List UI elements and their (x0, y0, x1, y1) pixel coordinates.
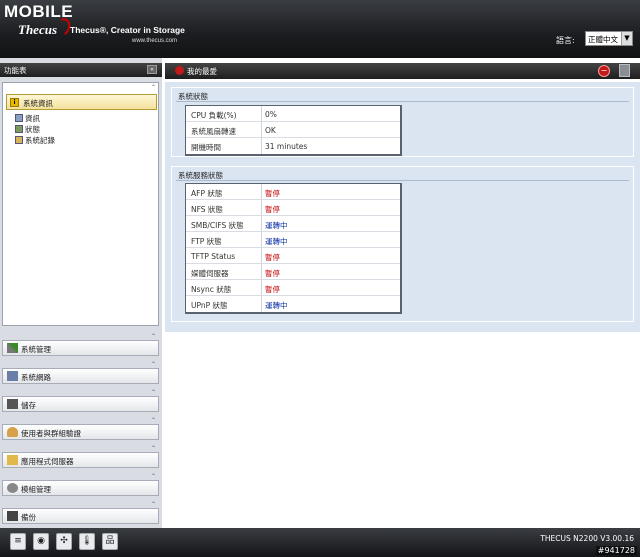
chevron-down-icon: ⌄ (150, 442, 156, 449)
log-icon (15, 136, 23, 144)
table-row: SMB/CIFS 狀態 運轉中 (186, 216, 400, 232)
table-row: Nsync 狀態 暫停 (186, 280, 400, 296)
temperature-icon[interactable]: 🌡 (79, 533, 95, 550)
info-icon: i (10, 98, 19, 107)
table-row: 開機時間 31 minutes (186, 138, 400, 154)
brand-url: www.thecus.com (132, 38, 178, 44)
sidebar-item-system-info[interactable]: i 系統資訊 (6, 94, 157, 110)
sidebar-item-users-groups[interactable]: ⌄ 使用者與群組驗證 (2, 414, 159, 440)
users-icon (7, 427, 18, 437)
sidebar-item-network[interactable]: ⌄ 系統網路 (2, 358, 159, 384)
fan-icon[interactable]: ✣ (56, 533, 72, 550)
system-status-table: CPU 負載(%) 0% 系統風扇轉速 OK 開機時間 31 minutes (185, 105, 402, 156)
system-status-group: 系統狀態 CPU 負載(%) 0% 系統風扇轉速 OK 開機時間 31 minu… (171, 87, 634, 157)
table-row: FTP 狀態 運轉中 (186, 232, 400, 248)
language-select[interactable]: 正體中文 ▼ (585, 31, 633, 46)
main-panel: 我的最愛 − 系統狀態 CPU 負載(%) 0% 系統風扇轉速 OK 開機時間 … (164, 58, 640, 528)
chevron-up-icon[interactable]: ⌃ (151, 84, 156, 91)
folder-icon (7, 455, 18, 465)
sidebar-link-system-log[interactable]: 系統記錄 (15, 135, 55, 145)
sidebar-item-label: 系統資訊 (23, 99, 53, 108)
backup-icon (7, 511, 18, 521)
main-titlebar: 我的最愛 − (165, 63, 640, 79)
table-row: AFP 狀態 暫停 (186, 184, 400, 200)
collapse-icon[interactable]: « (147, 65, 157, 74)
service-status-table: AFP 狀態 暫停 NFS 狀態 暫停 SMB/CIFS 狀態 運轉中 FTP … (185, 183, 402, 314)
sidebar-item-app-server[interactable]: ⌄ 應用程式伺服器 (2, 442, 159, 468)
chevron-down-icon: ⌄ (150, 386, 156, 393)
table-row: CPU 負載(%) 0% (186, 106, 400, 122)
sidebar-title: 功能表 (4, 66, 27, 75)
chevron-down-icon: ⌄ (150, 330, 156, 337)
gear-icon (7, 483, 18, 493)
sidebar-item-module-management[interactable]: ⌄ 模組管理 (2, 470, 159, 496)
table-row: 媒體伺服器 暫停 (186, 264, 400, 280)
firmware-version: THECUS N2200 V3.00.16 (540, 534, 634, 543)
table-row: 系統風扇轉速 OK (186, 122, 400, 138)
service-status-group: 系統服務狀態 AFP 狀態 暫停 NFS 狀態 暫停 SMB/CIFS 狀態 運… (171, 166, 634, 322)
chevron-down-icon: ⌄ (150, 414, 156, 421)
tagline: Thecus®, Creator in Storage (70, 25, 185, 35)
sidebar: 功能表 « ⌃ i 系統資訊 資訊 狀態 系統記錄 ⌄ 系統管理 ⌄ 系統網路 … (0, 58, 162, 528)
storage-icon (7, 399, 18, 409)
language-label: 語言: (556, 36, 575, 45)
chevron-down-icon: ⌄ (150, 498, 156, 505)
app-header: MOBILE Thecus Thecus®, Creator in Storag… (0, 0, 640, 58)
server-icon[interactable]: ≡ (10, 533, 26, 550)
logout-icon[interactable] (619, 64, 630, 77)
chevron-down-icon: ▼ (621, 32, 632, 45)
bottom-taskbar: ≡ ◉ ✣ 🌡 品 THECUS N2200 V3.00.16 #941728 (0, 528, 640, 557)
network-tree-icon[interactable]: 品 (102, 533, 118, 550)
disk-icon[interactable]: ◉ (33, 533, 49, 550)
logo-brand: Thecus (18, 22, 57, 37)
chevron-down-icon: ⌄ (150, 470, 156, 477)
watermark: #941728 (595, 546, 637, 555)
sidebar-item-storage[interactable]: ⌄ 儲存 (2, 386, 159, 412)
sidebar-link-info[interactable]: 資訊 (15, 113, 40, 123)
sidebar-item-backup[interactable]: ⌄ 備份 (2, 498, 159, 524)
status-icon (15, 125, 23, 133)
sidebar-panel-system-info: ⌃ i 系統資訊 資訊 狀態 系統記錄 (2, 82, 159, 326)
tools-icon (7, 343, 18, 353)
language-value: 正體中文 (588, 35, 618, 44)
table-row: NFS 狀態 暫停 (186, 200, 400, 216)
table-row: UPnP 狀態 運轉中 (186, 296, 400, 312)
page-title: 我的最愛 (187, 67, 217, 76)
favorites-content: 系統狀態 CPU 負載(%) 0% 系統風扇轉速 OK 開機時間 31 minu… (165, 82, 640, 332)
chevron-down-icon: ⌄ (150, 358, 156, 365)
remove-favorite-icon[interactable]: − (598, 65, 610, 77)
document-search-icon (15, 114, 23, 122)
sidebar-item-system-management[interactable]: ⌄ 系統管理 (2, 330, 159, 356)
sidebar-link-status[interactable]: 狀態 (15, 124, 40, 134)
heart-icon (175, 66, 184, 75)
table-row: TFTP Status 暫停 (186, 248, 400, 264)
sidebar-header: 功能表 « (0, 63, 162, 77)
network-icon (7, 371, 18, 381)
